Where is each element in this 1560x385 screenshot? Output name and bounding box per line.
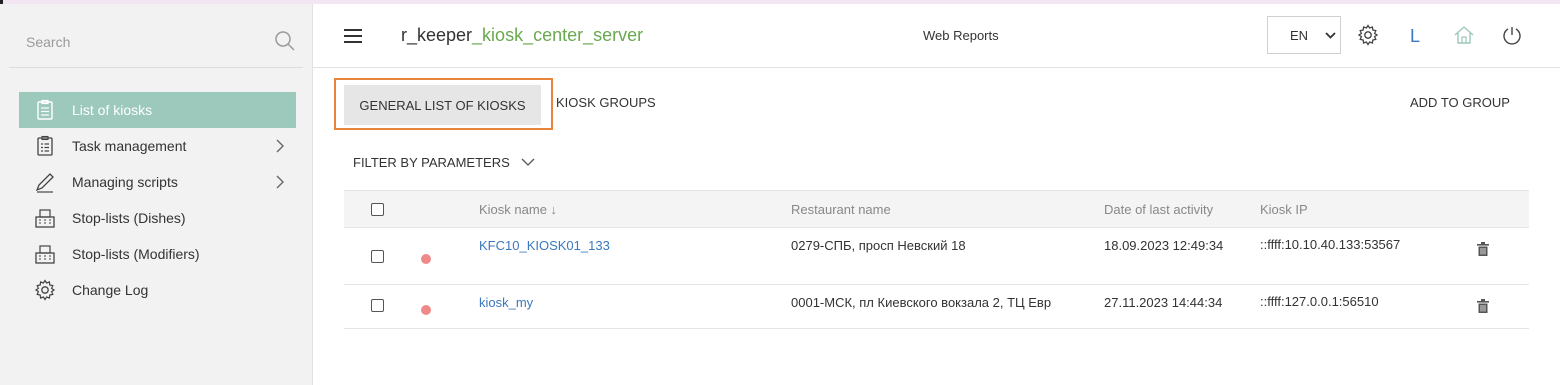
clipboard-list-icon bbox=[37, 99, 53, 120]
language-select[interactable]: EN bbox=[1267, 16, 1341, 54]
status-dot bbox=[421, 254, 431, 264]
top-header: r_keeper_kiosk_center_server Web Reports… bbox=[313, 4, 1560, 68]
cash-register-icon bbox=[35, 245, 55, 264]
app-title: r_keeper_kiosk_center_server bbox=[401, 25, 643, 46]
power-icon[interactable] bbox=[1501, 24, 1523, 46]
tab-general-label: GENERAL LIST OF KIOSKS bbox=[344, 85, 541, 125]
sidebar-item-task-management[interactable]: Task management bbox=[19, 128, 296, 164]
sidebar-item-list-of-kiosks[interactable]: List of kiosks bbox=[19, 92, 296, 128]
clipboard-tasks-icon bbox=[37, 135, 53, 156]
tab-general-list-of-kiosks[interactable]: GENERAL LIST OF KIOSKS bbox=[334, 78, 553, 130]
search-box[interactable]: Search bbox=[9, 12, 303, 68]
pencil-icon bbox=[35, 173, 54, 193]
restaurant-name: 0001-МСК, пл Киевского вокзала 2, ТЦ Евр bbox=[791, 295, 1052, 310]
sidebar-item-change-log[interactable]: Change Log bbox=[19, 272, 296, 308]
sidebar-item-label: Change Log bbox=[72, 282, 149, 298]
column-header-restaurant-name[interactable]: Restaurant name bbox=[791, 202, 891, 217]
add-to-group-button[interactable]: ADD TO GROUP bbox=[1410, 95, 1510, 110]
home-icon[interactable] bbox=[1453, 24, 1475, 46]
sidebar: Search List of kiosks Task management Ma… bbox=[0, 4, 313, 385]
restaurant-name: 0279-СПБ, просп Невский 18 bbox=[791, 238, 966, 253]
cash-register-icon bbox=[35, 209, 55, 228]
chevron-right-icon[interactable] bbox=[274, 138, 286, 154]
kiosks-table: Kiosk name ↓ Restaurant name Date of las… bbox=[344, 190, 1529, 329]
chevron-down-icon[interactable] bbox=[521, 157, 535, 167]
kiosk-ip: ::ffff:10.10.40.133:53567 bbox=[1260, 237, 1401, 252]
table-row[interactable]: KFC10_KIOSK01_133 0279-СПБ, просп Невски… bbox=[344, 228, 1529, 285]
kiosk-name-link[interactable]: KFC10_KIOSK01_133 bbox=[479, 238, 610, 253]
web-reports-link[interactable]: Web Reports bbox=[923, 28, 999, 43]
last-activity-date: 18.09.2023 12:49:34 bbox=[1104, 238, 1224, 253]
last-activity-date: 27.11.2023 14:44:34 bbox=[1104, 295, 1223, 310]
status-dot bbox=[421, 305, 431, 315]
trash-icon[interactable] bbox=[1477, 299, 1489, 313]
kiosk-ip: ::ffff:127.0.0.1:56510 bbox=[1260, 294, 1379, 309]
chevron-right-icon[interactable] bbox=[274, 174, 286, 190]
kiosk-name-link[interactable]: kiosk_my bbox=[479, 295, 533, 310]
search-input[interactable]: Search bbox=[26, 34, 70, 50]
chevron-down-icon bbox=[1325, 32, 1336, 39]
table-row[interactable]: kiosk_my 0001-МСК, пл Киевского вокзала … bbox=[344, 285, 1529, 329]
sidebar-item-label: Managing scripts bbox=[72, 174, 178, 190]
select-all-checkbox[interactable] bbox=[371, 203, 384, 216]
sidebar-item-label: List of kiosks bbox=[72, 102, 153, 118]
search-icon[interactable] bbox=[274, 30, 296, 52]
sidebar-nav: List of kiosks Task management Managing … bbox=[19, 92, 296, 308]
sidebar-item-label: Task management bbox=[72, 138, 187, 154]
sidebar-item-label: Stop-lists (Dishes) bbox=[72, 210, 186, 226]
gear-icon bbox=[34, 279, 56, 301]
row-checkbox[interactable] bbox=[371, 299, 384, 312]
sidebar-item-managing-scripts[interactable]: Managing scripts bbox=[19, 164, 296, 200]
user-avatar[interactable]: L bbox=[1410, 26, 1420, 47]
language-value: EN bbox=[1290, 28, 1309, 43]
app-title-prefix: r_keeper bbox=[401, 25, 473, 45]
sidebar-item-stop-lists-dishes[interactable]: Stop-lists (Dishes) bbox=[19, 200, 296, 236]
filter-by-parameters-toggle[interactable]: FILTER BY PARAMETERS bbox=[353, 155, 510, 170]
sidebar-item-stop-lists-modifiers[interactable]: Stop-lists (Modifiers) bbox=[19, 236, 296, 272]
table-header: Kiosk name ↓ Restaurant name Date of las… bbox=[344, 190, 1529, 228]
column-header-kiosk-name[interactable]: Kiosk name ↓ bbox=[479, 202, 557, 217]
trash-icon[interactable] bbox=[1477, 242, 1489, 256]
column-header-kiosk-ip[interactable]: Kiosk IP bbox=[1260, 202, 1308, 217]
hamburger-menu-icon[interactable] bbox=[344, 29, 362, 43]
tab-kiosk-groups[interactable]: KIOSK GROUPS bbox=[556, 95, 656, 110]
column-header-last-activity[interactable]: Date of last activity bbox=[1104, 202, 1213, 217]
row-checkbox[interactable] bbox=[371, 250, 384, 263]
sidebar-item-label: Stop-lists (Modifiers) bbox=[72, 246, 200, 262]
app-title-server: _kiosk_center_server bbox=[472, 25, 644, 45]
settings-gear-icon[interactable] bbox=[1357, 24, 1379, 46]
